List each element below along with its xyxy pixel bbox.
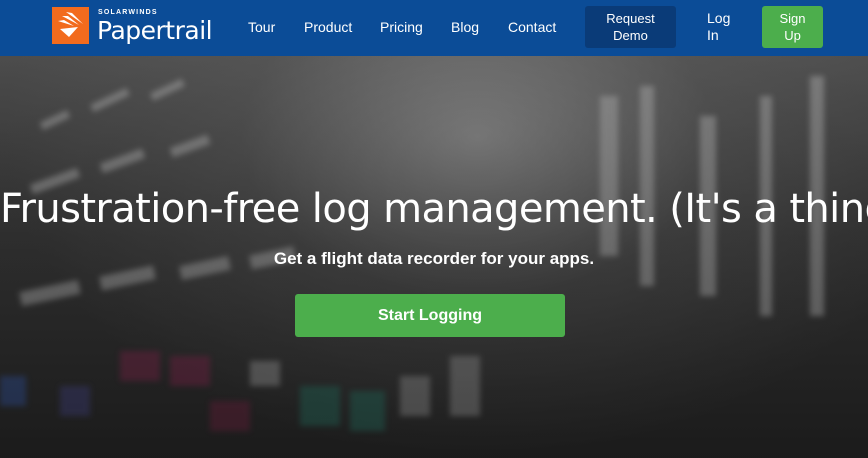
product-name[interactable]: Papertrail	[97, 16, 213, 45]
nav-link-product[interactable]: Product	[304, 19, 352, 35]
hero-section: Frustration-free log management. (It's a…	[0, 56, 868, 458]
signup-button[interactable]: Sign Up	[762, 6, 823, 48]
login-label-line2: In	[707, 27, 719, 43]
request-demo-label-line2: Demo	[613, 28, 648, 43]
signup-label-line2: Up	[784, 28, 801, 43]
nav-link-contact[interactable]: Contact	[508, 19, 556, 35]
nav-link-blog[interactable]: Blog	[451, 19, 479, 35]
top-navbar: SOLARWINDS Papertrail Tour Product Prici…	[0, 0, 868, 56]
nav-link-tour[interactable]: Tour	[248, 19, 275, 35]
hero-headline: Frustration-free log management. (It's a…	[0, 186, 868, 232]
login-label-line1: Log	[707, 10, 731, 26]
solarwinds-flame-icon	[58, 12, 83, 37]
nav-link-pricing[interactable]: Pricing	[380, 19, 423, 35]
signup-label-line1: Sign	[779, 11, 806, 26]
login-link[interactable]: Log In	[707, 10, 737, 44]
request-demo-button[interactable]: Request Demo	[585, 6, 676, 48]
request-demo-label-line1: Request	[606, 11, 655, 26]
start-logging-button[interactable]: Start Logging	[295, 294, 565, 337]
hero-subheadline: Get a flight data recorder for your apps…	[273, 249, 595, 268]
vendor-name: SOLARWINDS	[98, 9, 158, 16]
solarwinds-logo[interactable]	[52, 7, 89, 44]
